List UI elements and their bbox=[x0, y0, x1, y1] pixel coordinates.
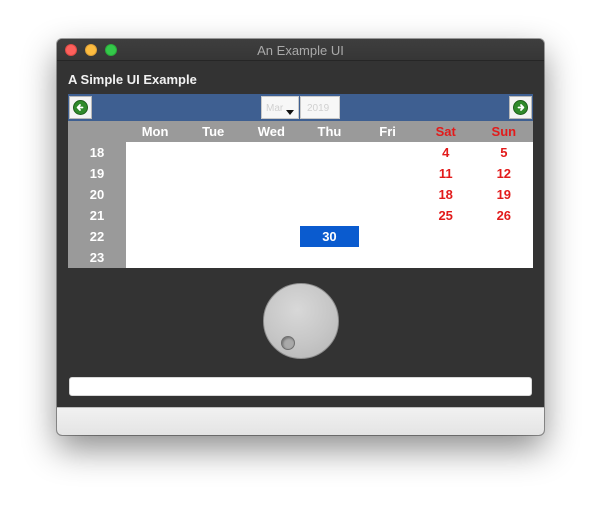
calendar-week-row: 45 bbox=[126, 142, 533, 163]
title-bar[interactable]: An Example UI bbox=[57, 39, 544, 61]
calendar-day-empty[interactable] bbox=[242, 205, 300, 226]
calendar-day[interactable]: 19 bbox=[475, 184, 533, 205]
calendar: Mar 2019 Mon Tue Wed Thu Fri Sat Sun 18 … bbox=[68, 94, 533, 268]
weekday-wed: Wed bbox=[257, 124, 285, 139]
calendar-day[interactable]: 11 bbox=[417, 163, 475, 184]
calendar-nav-bar: Mar 2019 bbox=[68, 94, 533, 121]
calendar-day-empty[interactable] bbox=[359, 184, 417, 205]
weekday-mon: Mon bbox=[141, 124, 169, 139]
calendar-day-empty[interactable] bbox=[184, 205, 242, 226]
week-number: 18 bbox=[89, 145, 105, 160]
calendar-day[interactable]: 26 bbox=[475, 205, 533, 226]
calendar-day-empty[interactable] bbox=[184, 184, 242, 205]
year-field-value: 2019 bbox=[307, 103, 330, 114]
weekday-fri: Fri bbox=[379, 124, 396, 139]
calendar-day-empty[interactable] bbox=[242, 226, 300, 247]
calendar-day-empty[interactable] bbox=[417, 247, 475, 268]
calendar-day[interactable]: 30 bbox=[300, 226, 359, 247]
calendar-week-row: 18 19 bbox=[126, 184, 533, 205]
arrow-right-circle-icon bbox=[513, 100, 528, 115]
week-number: 23 bbox=[89, 250, 105, 265]
calendar-day-empty[interactable] bbox=[359, 163, 417, 184]
calendar-day-empty[interactable] bbox=[184, 163, 242, 184]
weekday-thu: Thu bbox=[317, 124, 342, 139]
calendar-day-empty[interactable] bbox=[184, 142, 242, 163]
calendar-day-empty[interactable] bbox=[359, 226, 417, 247]
weekday-header: Mon Tue Wed Thu Fri Sat Sun bbox=[68, 121, 533, 142]
calendar-day[interactable]: 18 bbox=[417, 184, 475, 205]
week-number-column: 18 19 20 21 22 23 bbox=[68, 142, 126, 268]
week-number: 20 bbox=[89, 187, 105, 202]
page-heading: A Simple UI Example bbox=[68, 72, 197, 87]
calendar-day-empty[interactable] bbox=[300, 163, 358, 184]
calendar-week-row: 30 bbox=[126, 226, 533, 247]
app-window: An Example UI A Simple UI Example Mar 20… bbox=[57, 39, 544, 435]
calendar-week-row: 25 26 bbox=[126, 205, 533, 226]
window-title: An Example UI bbox=[257, 43, 344, 58]
calendar-day[interactable]: 25 bbox=[417, 205, 475, 226]
dial-indicator bbox=[281, 336, 295, 350]
weekday-header-corner bbox=[68, 121, 126, 142]
previous-month-button[interactable] bbox=[69, 96, 92, 119]
calendar-day-empty[interactable] bbox=[359, 205, 417, 226]
calendar-day-empty[interactable] bbox=[475, 247, 533, 268]
calendar-week-row: 11 12 bbox=[126, 163, 533, 184]
calendar-day[interactable]: 4 bbox=[417, 142, 475, 163]
week-number: 19 bbox=[89, 166, 105, 181]
calendar-day-empty[interactable] bbox=[242, 163, 300, 184]
calendar-day-empty[interactable] bbox=[300, 247, 358, 268]
week-number: 22 bbox=[89, 229, 105, 244]
weekday-tue: Tue bbox=[202, 124, 225, 139]
calendar-day[interactable]: 12 bbox=[475, 163, 533, 184]
calendar-day-empty[interactable] bbox=[126, 184, 184, 205]
calendar-day-empty[interactable] bbox=[242, 142, 300, 163]
arrow-left-circle-icon bbox=[73, 100, 88, 115]
chevron-down-icon bbox=[286, 110, 294, 115]
rotary-dial[interactable] bbox=[263, 283, 339, 359]
weekday-sun: Sun bbox=[491, 124, 517, 139]
calendar-day-empty[interactable] bbox=[126, 226, 184, 247]
calendar-day-empty[interactable] bbox=[184, 226, 242, 247]
calendar-week-row bbox=[126, 247, 533, 268]
calendar-day-empty[interactable] bbox=[300, 205, 358, 226]
calendar-day-empty[interactable] bbox=[126, 142, 184, 163]
calendar-day-empty[interactable] bbox=[126, 163, 184, 184]
calendar-day-empty[interactable] bbox=[126, 205, 184, 226]
calendar-day-empty[interactable] bbox=[359, 142, 417, 163]
calendar-day-empty[interactable] bbox=[475, 226, 533, 247]
month-select[interactable]: Mar bbox=[261, 96, 299, 119]
next-month-button[interactable] bbox=[509, 96, 532, 119]
calendar-day-empty[interactable] bbox=[417, 226, 475, 247]
calendar-day-empty[interactable] bbox=[126, 247, 184, 268]
day-grid: 4 5 11 12 18 19 25 26 30 bbox=[126, 142, 533, 268]
calendar-day-empty[interactable] bbox=[242, 184, 300, 205]
week-number: 21 bbox=[89, 208, 105, 223]
month-select-value: Mar bbox=[266, 103, 284, 114]
calendar-day-empty[interactable] bbox=[300, 184, 358, 205]
calendar-day[interactable]: 5 bbox=[475, 142, 533, 163]
calendar-day-empty[interactable] bbox=[184, 247, 242, 268]
weekday-sat: Sat bbox=[435, 124, 456, 139]
year-field[interactable]: 2019 bbox=[300, 96, 340, 119]
status-bar bbox=[57, 407, 544, 435]
calendar-day-empty[interactable] bbox=[359, 247, 417, 268]
calendar-day-empty[interactable] bbox=[300, 142, 358, 163]
calendar-day-empty[interactable] bbox=[242, 247, 300, 268]
text-input[interactable] bbox=[69, 377, 532, 396]
